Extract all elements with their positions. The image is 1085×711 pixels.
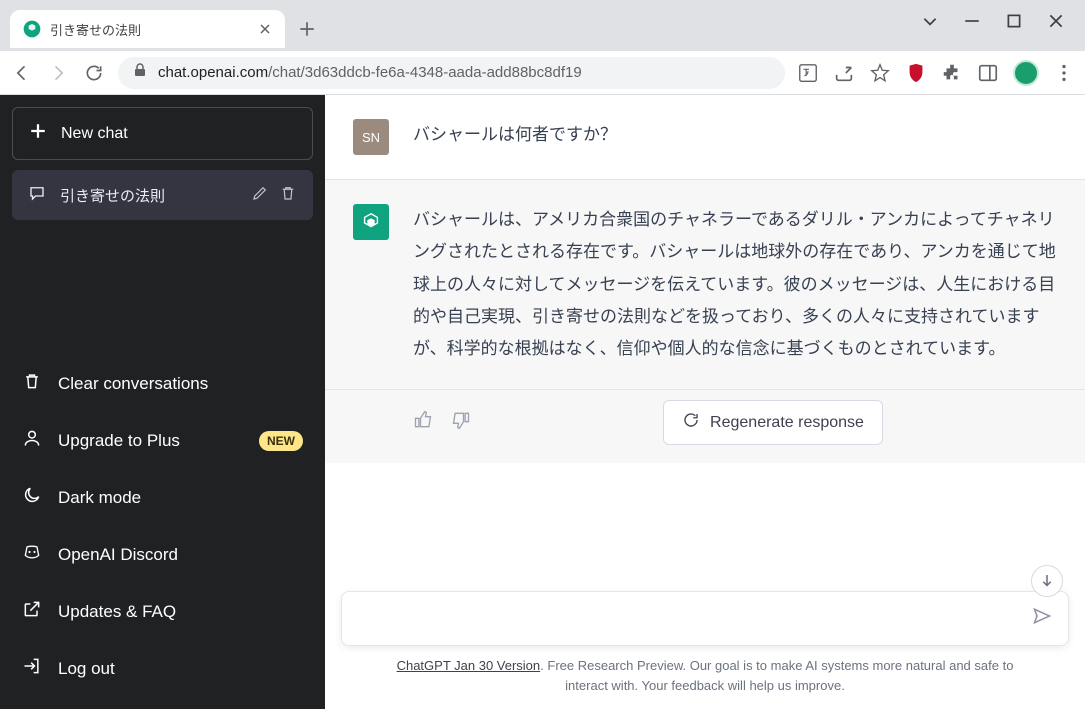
sidebar-dark-mode[interactable]: Dark mode	[12, 469, 313, 526]
discord-icon	[22, 542, 42, 567]
logout-icon	[22, 656, 42, 681]
trash-icon[interactable]	[279, 184, 297, 206]
browser-tab[interactable]: 引き寄せの法則	[10, 10, 285, 48]
message-input[interactable]	[358, 610, 1032, 628]
sidebar-item-label: Log out	[58, 659, 303, 679]
scroll-down-button[interactable]	[1031, 565, 1063, 597]
sidebar-updates-faq[interactable]: Updates & FAQ	[12, 583, 313, 640]
tab-title: 引き寄せの法則	[50, 20, 249, 39]
main-content: SN バシャールは何者ですか？ バシャールは、アメリカ合衆国のチャネラーであるダ…	[325, 95, 1085, 709]
message-input-box[interactable]	[341, 591, 1069, 646]
window-maximize-icon[interactable]	[1003, 10, 1025, 32]
forward-icon[interactable]	[46, 61, 70, 85]
assistant-avatar-icon	[353, 204, 389, 240]
sidebar-item-label: Updates & FAQ	[58, 602, 303, 622]
back-icon[interactable]	[10, 61, 34, 85]
plus-icon	[29, 122, 47, 145]
send-icon[interactable]	[1032, 606, 1052, 631]
sidebar-log-out[interactable]: Log out	[12, 640, 313, 697]
sidebar: New chat 引き寄せの法則 Clear conversations Upg…	[0, 95, 325, 709]
sidebar-openai-discord[interactable]: OpenAI Discord	[12, 526, 313, 583]
translate-icon[interactable]	[797, 62, 819, 84]
sidebar-item-label: Dark mode	[58, 488, 303, 508]
address-bar[interactable]: chat.openai.com/chat/3d63ddcb-fe6a-4348-…	[118, 57, 785, 89]
chat-item-title: 引き寄せの法則	[60, 185, 237, 206]
sidebar-item-label: Upgrade to Plus	[58, 431, 243, 451]
sidebar-item-label: OpenAI Discord	[58, 545, 303, 565]
window-minimize-icon[interactable]	[961, 10, 983, 32]
bookmark-star-icon[interactable]	[869, 62, 891, 84]
window-titlebar: 引き寄せの法則	[0, 0, 1085, 51]
chat-list-item[interactable]: 引き寄せの法則	[12, 170, 313, 220]
browser-toolbar: chat.openai.com/chat/3d63ddcb-fe6a-4348-…	[0, 51, 1085, 95]
chat-area: SN バシャールは何者ですか？ バシャールは、アメリカ合衆国のチャネラーであるダ…	[325, 95, 1085, 591]
menu-dots-icon[interactable]	[1053, 62, 1075, 84]
sidepanel-icon[interactable]	[977, 62, 999, 84]
mcafee-icon[interactable]	[905, 62, 927, 84]
trash-icon	[22, 371, 42, 396]
regenerate-label: Regenerate response	[710, 414, 864, 432]
refresh-icon	[682, 411, 700, 434]
sidebar-item-label: Clear conversations	[58, 374, 303, 394]
window-dropdown-icon[interactable]	[919, 10, 941, 32]
user-icon	[22, 428, 42, 453]
regenerate-button[interactable]: Regenerate response	[663, 400, 883, 445]
window-close-icon[interactable]	[1045, 10, 1067, 32]
profile-avatar-icon[interactable]	[1013, 60, 1039, 86]
user-message-text: バシャールは何者ですか？	[413, 119, 1057, 155]
external-link-icon	[22, 599, 42, 624]
lock-icon	[132, 62, 148, 83]
input-zone: ChatGPT Jan 30 Version. Free Research Pr…	[325, 591, 1085, 709]
user-message-row: SN バシャールは何者ですか？	[325, 95, 1085, 179]
sidebar-clear-conversations[interactable]: Clear conversations	[12, 355, 313, 412]
edit-icon[interactable]	[251, 184, 269, 206]
assistant-message-row: バシャールは、アメリカ合衆国のチャネラーであるダリル・アンカによってチャネリング…	[325, 179, 1085, 390]
new-chat-button[interactable]: New chat	[12, 107, 313, 160]
share-icon[interactable]	[833, 62, 855, 84]
thumbs-up-icon[interactable]	[413, 410, 433, 435]
sidebar-upgrade-to-plus[interactable]: Upgrade to Plus NEW	[12, 412, 313, 469]
tab-favicon-icon	[22, 19, 42, 39]
tab-close-icon[interactable]	[257, 21, 273, 37]
url-text: chat.openai.com/chat/3d63ddcb-fe6a-4348-…	[158, 64, 582, 81]
reload-icon[interactable]	[82, 61, 106, 85]
feedback-row: Regenerate response	[325, 390, 1085, 463]
new-chat-label: New chat	[61, 125, 128, 143]
new-badge: NEW	[259, 431, 303, 451]
version-link[interactable]: ChatGPT Jan 30 Version	[397, 658, 541, 673]
user-avatar: SN	[353, 119, 389, 155]
assistant-message-text: バシャールは、アメリカ合衆国のチャネラーであるダリル・アンカによってチャネリング…	[413, 204, 1057, 365]
new-tab-icon[interactable]	[293, 15, 321, 43]
chat-icon	[28, 184, 46, 206]
footer-text: ChatGPT Jan 30 Version. Free Research Pr…	[341, 646, 1069, 701]
moon-icon	[22, 485, 42, 510]
extensions-icon[interactable]	[941, 62, 963, 84]
thumbs-down-icon[interactable]	[451, 410, 471, 435]
